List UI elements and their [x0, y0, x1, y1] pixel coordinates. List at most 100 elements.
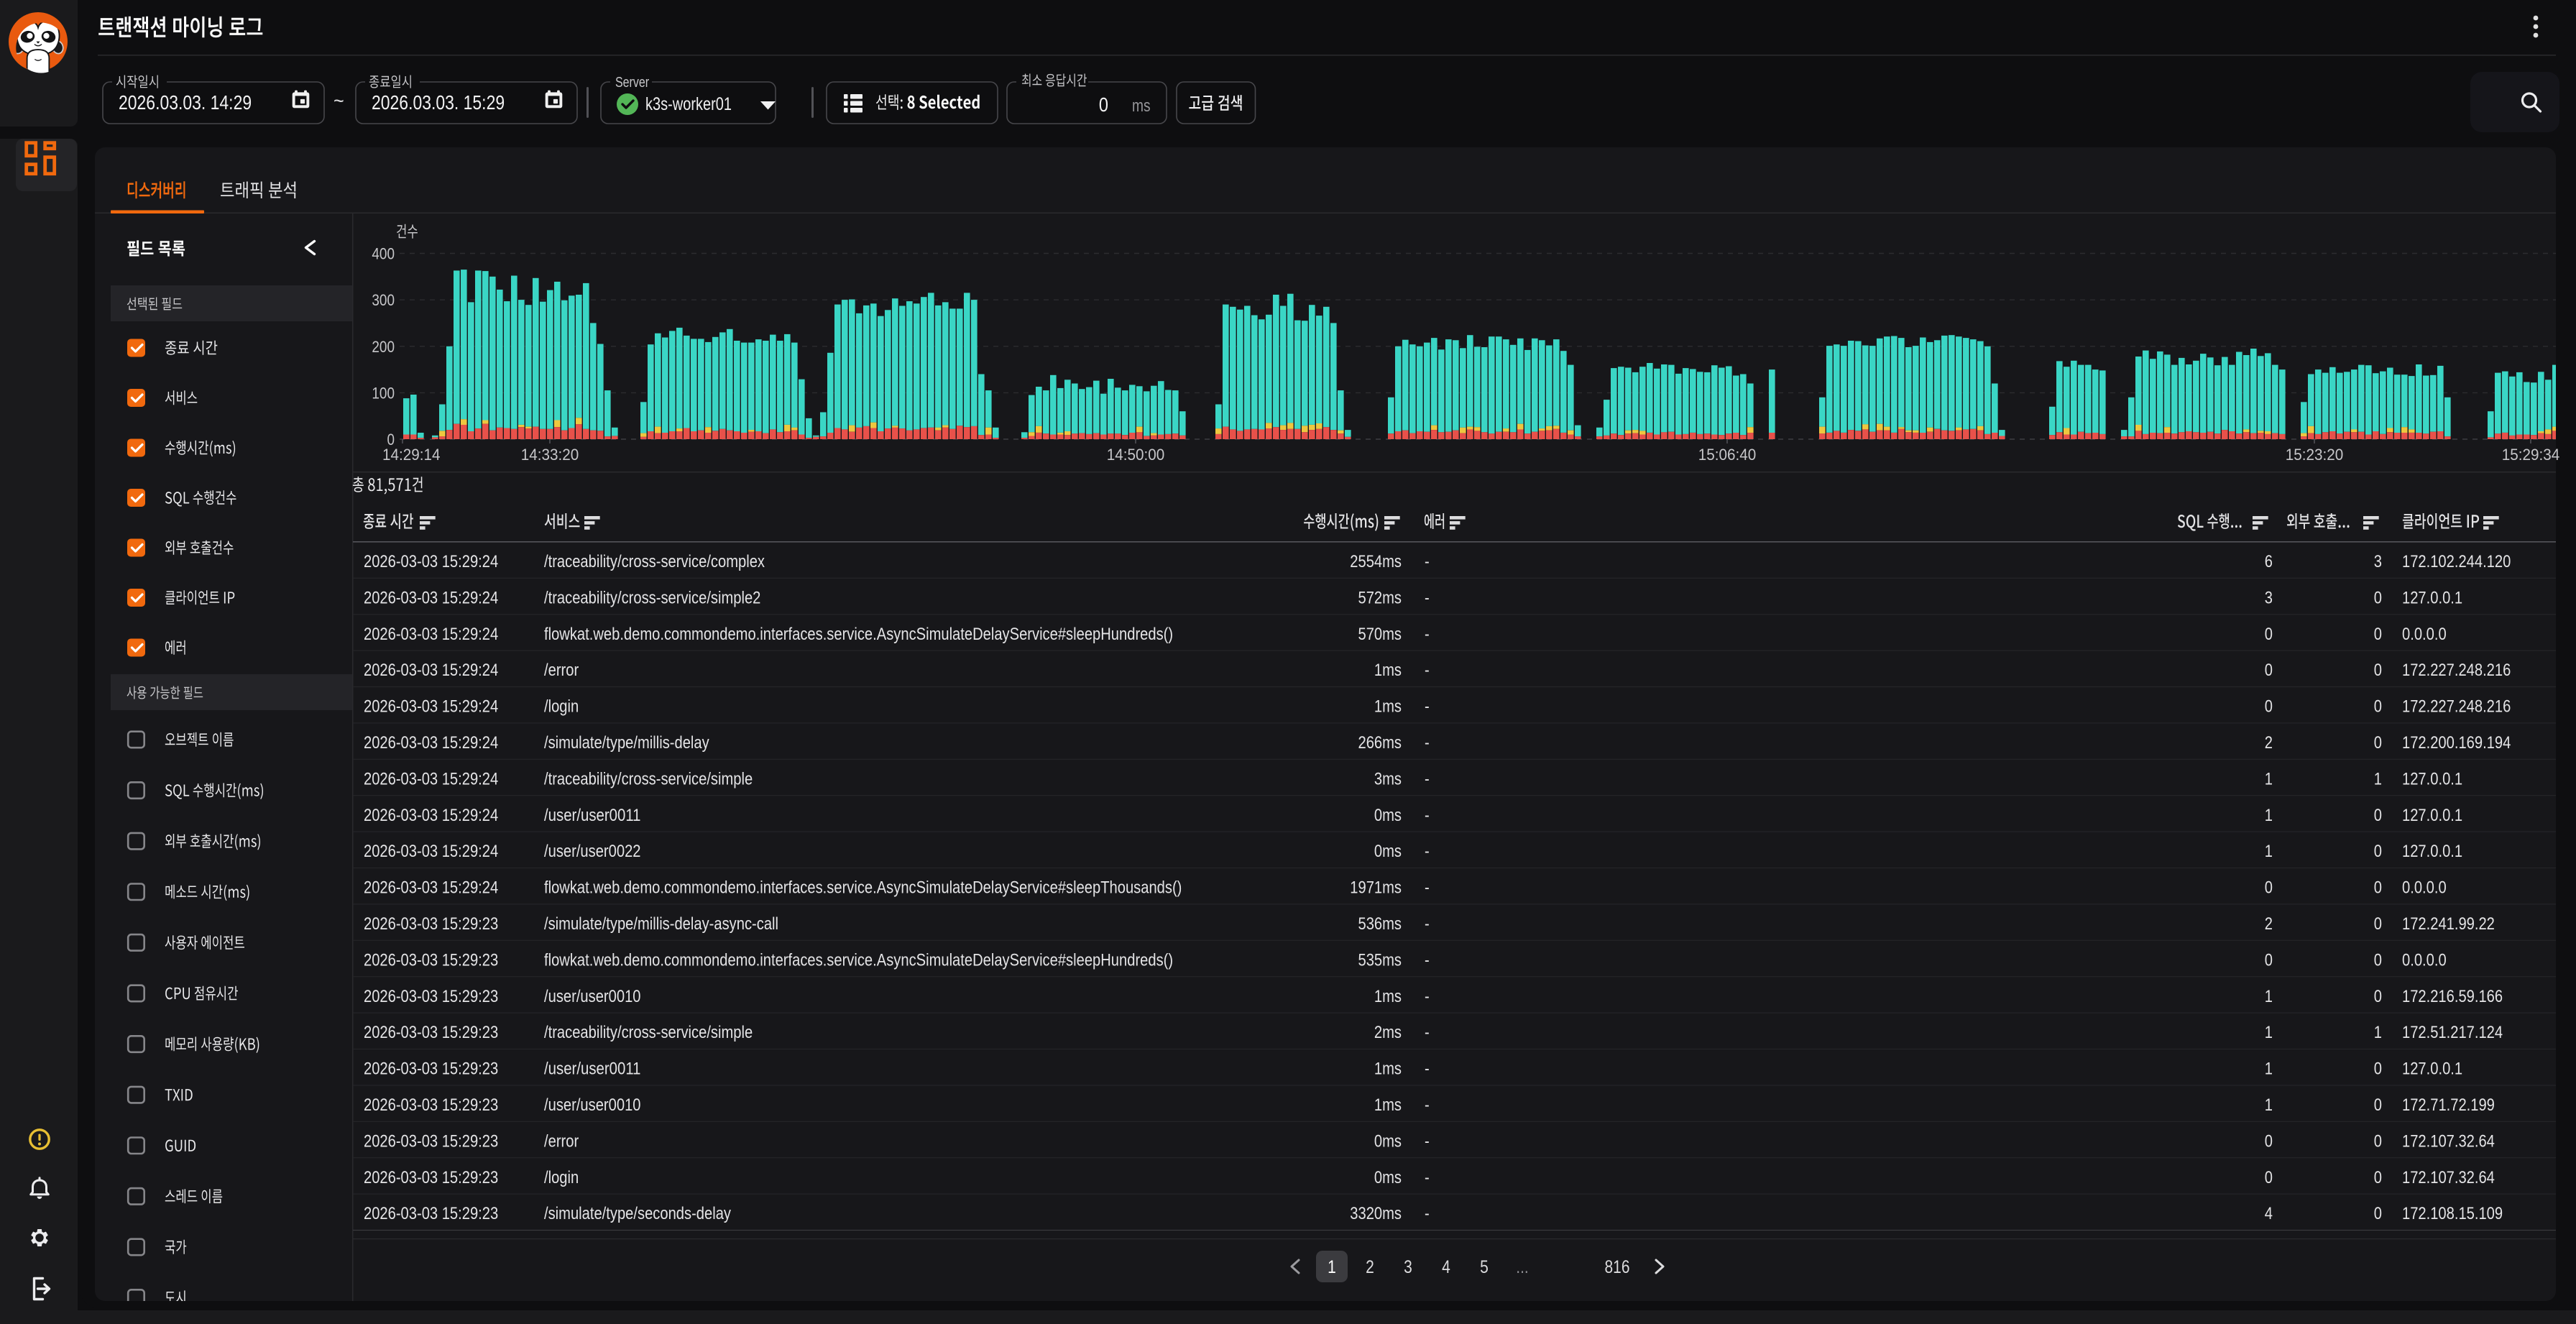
- svg-text:2: 2: [2265, 733, 2273, 753]
- svg-text:2026-03-03 15:29:23: 2026-03-03 15:29:23: [364, 1059, 498, 1079]
- svg-text:15:29:34: 15:29:34: [2502, 446, 2560, 464]
- svg-text:/user/user0011: /user/user0011: [544, 806, 641, 825]
- svg-text:3ms: 3ms: [1374, 769, 1402, 789]
- svg-text:0: 0: [2374, 661, 2382, 680]
- svg-text:14:50:00: 14:50:00: [1107, 446, 1165, 464]
- svg-text:0: 0: [2374, 842, 2382, 861]
- svg-text:1: 1: [2265, 1023, 2273, 1042]
- svg-text:1ms: 1ms: [1374, 661, 1402, 680]
- svg-text:0.0.0.0: 0.0.0.0: [2402, 878, 2447, 898]
- svg-text:172.216.59.166: 172.216.59.166: [2402, 987, 2503, 1006]
- svg-text:-: -: [1425, 878, 1430, 898]
- svg-text:0: 0: [2265, 1168, 2273, 1187]
- svg-text:2026-03-03 15:29:23: 2026-03-03 15:29:23: [364, 914, 498, 934]
- svg-text:1: 1: [2374, 769, 2382, 789]
- svg-text:0: 0: [2374, 806, 2382, 825]
- svg-text:~: ~: [334, 89, 344, 113]
- svg-text:0: 0: [2374, 1059, 2382, 1079]
- svg-text:k3s-worker01: k3s-worker01: [645, 94, 732, 114]
- svg-text:-: -: [1425, 842, 1430, 861]
- svg-text:-: -: [1425, 987, 1430, 1006]
- svg-text:/simulate/type/millis-delay-as: /simulate/type/millis-delay-async-call: [544, 914, 778, 934]
- svg-text:/user/user0010: /user/user0010: [544, 987, 641, 1006]
- svg-text:2: 2: [1366, 1257, 1374, 1277]
- svg-text:2026-03-03 15:29:23: 2026-03-03 15:29:23: [364, 987, 498, 1006]
- svg-text:266ms: 266ms: [1358, 733, 1402, 753]
- svg-text:0: 0: [2374, 1168, 2382, 1187]
- svg-text:-: -: [1425, 950, 1430, 970]
- svg-text:127.0.0.1: 127.0.0.1: [2402, 1059, 2462, 1079]
- svg-text:0ms: 0ms: [1374, 1168, 1402, 1187]
- svg-text:/simulate/type/millis-delay: /simulate/type/millis-delay: [544, 733, 709, 753]
- svg-text:3: 3: [2265, 588, 2273, 607]
- svg-text:/login: /login: [544, 1168, 579, 1187]
- svg-text:570ms: 570ms: [1358, 625, 1402, 644]
- svg-text:...: ...: [1516, 1257, 1529, 1277]
- svg-text:-: -: [1425, 914, 1430, 934]
- svg-text:1: 1: [2374, 1023, 2382, 1042]
- svg-text:172.108.15.109: 172.108.15.109: [2402, 1204, 2503, 1223]
- svg-text:1: 1: [2265, 769, 2273, 789]
- svg-text:172.71.72.199: 172.71.72.199: [2402, 1095, 2495, 1115]
- svg-text:0: 0: [2374, 878, 2382, 898]
- svg-text:3320ms: 3320ms: [1350, 1204, 1402, 1223]
- svg-text:1: 1: [2265, 842, 2273, 861]
- svg-text:1ms: 1ms: [1374, 697, 1402, 717]
- svg-text:127.0.0.1: 127.0.0.1: [2402, 769, 2462, 789]
- svg-text:100: 100: [372, 384, 395, 402]
- svg-text:2026-03-03 15:29:23: 2026-03-03 15:29:23: [364, 1095, 498, 1115]
- svg-text:-: -: [1425, 1168, 1430, 1187]
- svg-text:/simulate/type/seconds-delay: /simulate/type/seconds-delay: [544, 1204, 731, 1223]
- svg-text:127.0.0.1: 127.0.0.1: [2402, 806, 2462, 825]
- svg-text:0: 0: [2265, 661, 2273, 680]
- svg-text:14:29:14: 14:29:14: [382, 446, 441, 464]
- svg-text:/user/user0011: /user/user0011: [544, 1059, 641, 1079]
- svg-text:172.51.217.124: 172.51.217.124: [2402, 1023, 2503, 1042]
- svg-text:0: 0: [2374, 697, 2382, 717]
- svg-text:0: 0: [2374, 1204, 2382, 1223]
- svg-text:0: 0: [1099, 93, 1108, 116]
- svg-text:1971ms: 1971ms: [1350, 878, 1402, 898]
- svg-text:2026-03-03 15:29:24: 2026-03-03 15:29:24: [364, 769, 498, 789]
- svg-text:-: -: [1425, 769, 1430, 789]
- svg-text:2026.03.03. 14:29: 2026.03.03. 14:29: [119, 91, 252, 114]
- svg-text:2026-03-03 15:29:24: 2026-03-03 15:29:24: [364, 842, 498, 861]
- svg-text:0: 0: [2374, 950, 2382, 970]
- svg-text:/login: /login: [544, 697, 579, 717]
- svg-text:2ms: 2ms: [1374, 1023, 1402, 1042]
- svg-text:172.241.99.22: 172.241.99.22: [2402, 914, 2495, 934]
- svg-text:0.0.0.0: 0.0.0.0: [2402, 625, 2447, 644]
- svg-text:2026-03-03 15:29:23: 2026-03-03 15:29:23: [364, 1168, 498, 1187]
- svg-text:2026-03-03 15:29:23: 2026-03-03 15:29:23: [364, 1131, 498, 1151]
- svg-text:2026-03-03 15:29:24: 2026-03-03 15:29:24: [364, 625, 498, 644]
- svg-text:816: 816: [1605, 1257, 1630, 1277]
- svg-text:/traceability/cross-service/co: /traceability/cross-service/complex: [544, 552, 765, 571]
- svg-text:2026-03-03 15:29:24: 2026-03-03 15:29:24: [364, 588, 498, 607]
- svg-text:0: 0: [2374, 588, 2382, 607]
- svg-text:-: -: [1425, 661, 1430, 680]
- svg-text:flowkat.web.demo.commondemo.in: flowkat.web.demo.commondemo.interfaces.s…: [544, 625, 1173, 644]
- svg-text:6: 6: [2265, 552, 2273, 571]
- svg-text:flowkat.web.demo.commondemo.in: flowkat.web.demo.commondemo.interfaces.s…: [544, 950, 1173, 970]
- svg-text:0ms: 0ms: [1374, 1131, 1402, 1151]
- svg-text:172.227.248.216: 172.227.248.216: [2402, 697, 2511, 717]
- svg-text:-: -: [1425, 806, 1430, 825]
- svg-text:1: 1: [1328, 1257, 1336, 1277]
- svg-text:172.200.169.194: 172.200.169.194: [2402, 733, 2511, 753]
- svg-text:0: 0: [2265, 1131, 2273, 1151]
- svg-text:/user/user0010: /user/user0010: [544, 1095, 641, 1115]
- svg-text:1ms: 1ms: [1374, 1095, 1402, 1115]
- svg-text:0: 0: [2374, 625, 2382, 644]
- svg-text:535ms: 535ms: [1358, 950, 1402, 970]
- svg-text:/traceability/cross-service/si: /traceability/cross-service/simple: [544, 1023, 753, 1042]
- svg-text:172.107.32.64: 172.107.32.64: [2402, 1168, 2495, 1187]
- svg-text:172.107.32.64: 172.107.32.64: [2402, 1131, 2495, 1151]
- svg-text:-: -: [1425, 1023, 1430, 1042]
- svg-text:200: 200: [372, 338, 395, 356]
- svg-text:14:33:20: 14:33:20: [521, 446, 579, 464]
- svg-text:3: 3: [2374, 552, 2382, 571]
- svg-text:ms: ms: [1132, 96, 1151, 116]
- svg-text:3: 3: [1404, 1257, 1412, 1277]
- svg-text:0: 0: [2265, 950, 2273, 970]
- svg-text:1: 1: [2265, 806, 2273, 825]
